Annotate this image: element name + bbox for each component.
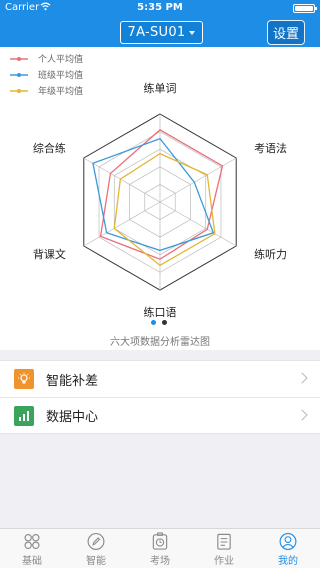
tab-bar: 基础 智能 考场 作业 我的 bbox=[0, 528, 320, 568]
legend-swatch-dot bbox=[17, 57, 21, 61]
radar-axis-label: 背课文 bbox=[33, 247, 66, 261]
radar-axis-label: 练口语 bbox=[144, 305, 177, 319]
tab-label: 作业 bbox=[214, 556, 234, 567]
status-bar: Carrier 5:35 PM bbox=[0, 0, 320, 16]
tab-mine[interactable]: 我的 bbox=[256, 529, 320, 568]
bulb-icon bbox=[14, 369, 34, 389]
tab-label: 智能 bbox=[86, 556, 106, 567]
tab-label: 基础 bbox=[22, 556, 42, 567]
legend-swatch-dot bbox=[17, 73, 21, 77]
radar-spoke bbox=[159, 157, 237, 203]
timer-icon bbox=[152, 532, 168, 550]
battery-icon bbox=[293, 4, 317, 13]
tab-exam[interactable]: 考场 bbox=[128, 529, 192, 568]
grid-icon bbox=[24, 533, 40, 550]
page-indicator bbox=[149, 320, 171, 326]
header-bar: Carrier 5:35 PM 7A-SU01 设置 bbox=[0, 0, 320, 47]
menu-item-data-center[interactable]: 数据中心 bbox=[0, 397, 320, 433]
radar-chart: 练单词考语法练听力练口语 背课文 综合练 个人平均值班级平均值年级平均值 bbox=[10, 53, 287, 319]
app-screen: Carrier 5:35 PM 7A-SU01 设置 练单词考语法练听力练口语 背… bbox=[0, 0, 320, 568]
page-dot[interactable] bbox=[162, 320, 167, 325]
legend-swatch-dot bbox=[17, 89, 21, 93]
menu-item-label: 智能补差 bbox=[46, 373, 99, 389]
clipboard-icon bbox=[217, 533, 231, 550]
chart-title: 六大项数据分析雷达图 bbox=[110, 337, 210, 348]
chevron-right-icon bbox=[296, 372, 308, 384]
user-icon bbox=[279, 533, 297, 550]
bar-chart-icon bbox=[14, 405, 34, 426]
radar-axis-label: 考语法 bbox=[254, 141, 287, 155]
legend-label: 年级平均值 bbox=[38, 85, 83, 97]
menu-item-smart-remedy[interactable]: 智能补差 bbox=[0, 361, 320, 397]
class-selector[interactable]: 7A-SU01 bbox=[120, 21, 203, 44]
pencil-icon bbox=[87, 533, 105, 550]
menu-item-label: 数据中心 bbox=[46, 410, 99, 425]
tab-label: 我的 bbox=[278, 556, 298, 567]
tab-label: 考场 bbox=[150, 556, 170, 567]
menu-list: 智能补差 数据中心 bbox=[0, 360, 320, 434]
radar-chart-card: 练单词考语法练听力练口语 背课文 综合练 个人平均值班级平均值年级平均值 六大项数据分… bbox=[0, 47, 320, 350]
status-time: 5:35 PM bbox=[137, 2, 183, 13]
tab-smart[interactable]: 智能 bbox=[64, 529, 128, 568]
tab-homework[interactable]: 作业 bbox=[192, 529, 256, 568]
radar-axis-label: 综合练 bbox=[33, 141, 66, 155]
class-selector-value: 7A-SU01 bbox=[127, 25, 186, 40]
radar-spoke bbox=[83, 157, 161, 203]
chevron-right-icon bbox=[296, 409, 308, 421]
radar-axis-label: 练听力 bbox=[254, 247, 287, 261]
legend-label: 班级平均值 bbox=[38, 69, 83, 81]
legend-label: 个人平均值 bbox=[38, 53, 83, 65]
tab-basic[interactable]: 基础 bbox=[0, 529, 64, 568]
page-dot-active[interactable] bbox=[151, 320, 156, 325]
radar-spoke bbox=[83, 201, 161, 247]
radar-spoke bbox=[159, 201, 237, 247]
settings-button[interactable]: 设置 bbox=[267, 20, 305, 45]
radar-axis-label: 练单词 bbox=[144, 81, 177, 95]
caret-down-icon bbox=[189, 30, 196, 35]
